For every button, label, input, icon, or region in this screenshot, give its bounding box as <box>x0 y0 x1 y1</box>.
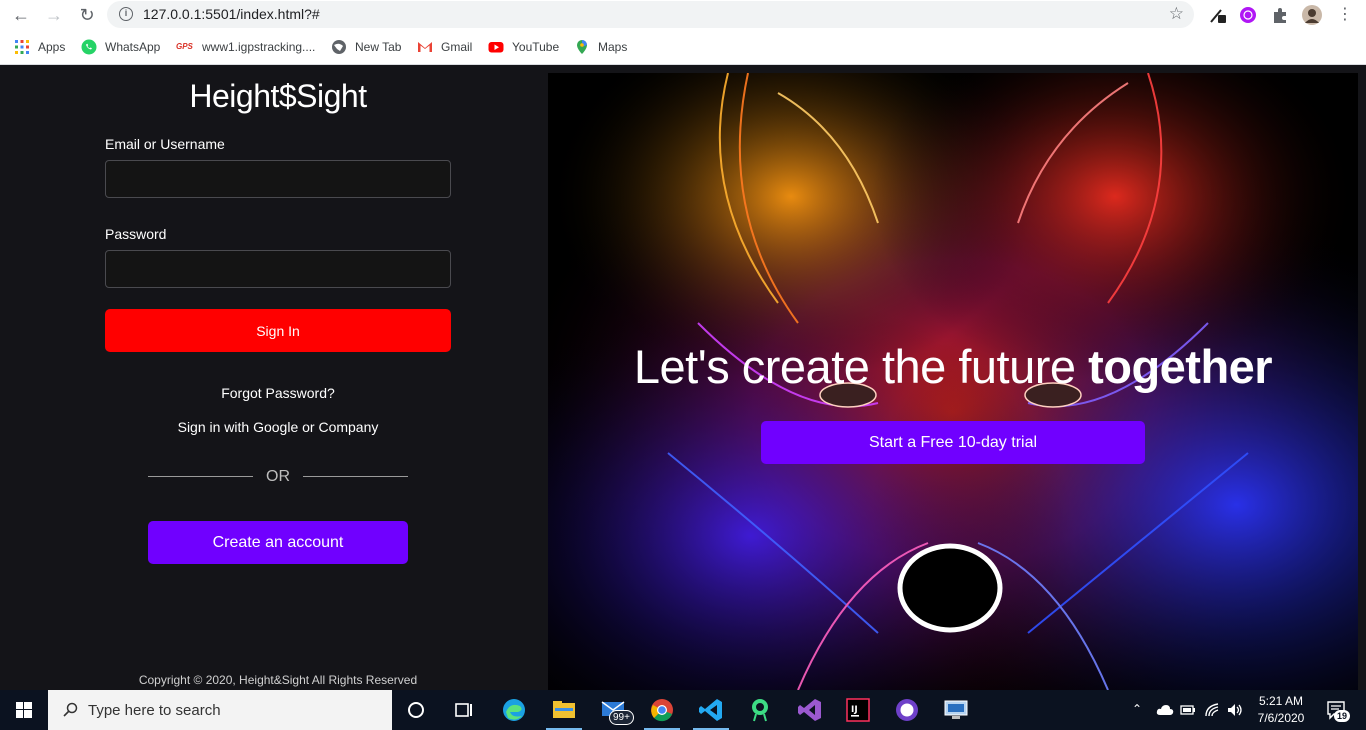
sign-in-button[interactable]: Sign In <box>105 309 451 352</box>
intellij-icon[interactable]: IJ <box>844 696 872 724</box>
bookmark-label: YouTube <box>512 40 560 54</box>
password-field[interactable] <box>105 250 451 288</box>
taskbar-search-box[interactable]: Type here to search <box>48 690 392 730</box>
extension-purple-icon[interactable] <box>1238 5 1258 25</box>
windows-taskbar: Type here to search 99+ IJ ⌃ 5:21 AM 7/6… <box>0 690 1366 730</box>
page-content: Height$Sight Email or Username Password … <box>0 65 1366 690</box>
email-field[interactable] <box>105 160 451 198</box>
notification-count-badge: 19 <box>1334 710 1351 722</box>
sso-signin-link[interactable]: Sign in with Google or Company <box>0 419 556 435</box>
clock-time: 5:21 AM <box>1258 694 1304 708</box>
bookmark-new-tab[interactable]: New Tab <box>331 38 401 56</box>
hero-tagline-light: Let's create the future <box>633 340 1089 393</box>
remote-desktop-icon[interactable] <box>942 696 970 724</box>
cortana-icon[interactable] <box>402 696 430 724</box>
file-explorer-icon[interactable] <box>550 696 578 724</box>
extension-pen-icon[interactable] <box>1208 5 1228 25</box>
bookmark-maps[interactable]: Maps <box>574 38 627 56</box>
wifi-icon[interactable] <box>1204 702 1220 718</box>
browser-toolbar: ← → ↻ i 127.0.0.1:5501/index.html?# ☆ ⋮ <box>0 0 1366 30</box>
forgot-password-link[interactable]: Forgot Password? <box>0 385 556 401</box>
gps-icon: GPS <box>176 42 193 51</box>
reload-icon[interactable]: ↻ <box>76 4 98 26</box>
bookmark-gmail[interactable]: Gmail <box>417 38 472 56</box>
extensions-puzzle-icon[interactable] <box>1270 5 1290 25</box>
svg-text:IJ: IJ <box>851 705 858 715</box>
hero-tagline-bold: together <box>1088 340 1273 393</box>
or-divider-label: OR <box>266 468 290 485</box>
chrome-icon[interactable] <box>648 696 676 724</box>
hero-tagline: Let's create the future together <box>548 339 1358 394</box>
address-bar[interactable]: i 127.0.0.1:5501/index.html?# ☆ <box>107 1 1194 28</box>
battery-icon[interactable] <box>1180 703 1196 717</box>
email-label: Email or Username <box>105 136 225 152</box>
bookmark-label: www1.igpstracking.... <box>202 40 316 54</box>
windows-start-icon[interactable] <box>0 690 48 730</box>
kebab-menu-icon[interactable]: ⋮ <box>1334 4 1356 26</box>
globe-icon <box>332 40 346 54</box>
back-arrow-icon[interactable]: ← <box>10 4 32 26</box>
task-view-icon[interactable] <box>450 696 478 724</box>
taskbar-clock[interactable]: 5:21 AM 7/6/2020 <box>1250 693 1312 727</box>
youtube-icon <box>488 42 504 53</box>
volume-icon[interactable] <box>1226 702 1244 718</box>
divider-right <box>303 476 408 477</box>
create-account-button[interactable]: Create an account <box>148 521 408 564</box>
profile-avatar[interactable] <box>1302 5 1322 25</box>
bookmark-label: Maps <box>598 40 628 54</box>
bookmark-label: Apps <box>38 40 66 54</box>
bookmark-label: WhatsApp <box>105 40 161 54</box>
brand-logo: Height$Sight <box>189 78 367 114</box>
bookmark-label: Gmail <box>441 40 473 54</box>
info-icon[interactable]: i <box>119 7 133 21</box>
clock-date: 7/6/2020 <box>1257 711 1305 725</box>
free-trial-button[interactable]: Start a Free 10-day trial <box>761 421 1145 464</box>
forward-arrow-icon[interactable]: → <box>43 4 65 26</box>
edge-browser-icon[interactable] <box>500 696 528 724</box>
copyright-text: Copyright © 2020, Height&Sight All Right… <box>138 673 418 687</box>
maps-pin-icon <box>577 40 587 54</box>
bookmark-youtube[interactable]: YouTube <box>488 38 559 56</box>
password-label: Password <box>105 226 167 242</box>
bookmark-gps[interactable]: GPS www1.igpstracking.... <box>176 38 315 56</box>
login-panel: Height$Sight Email or Username Password … <box>0 65 548 690</box>
bookmark-star-icon[interactable]: ☆ <box>1169 4 1184 24</box>
mail-badge: 99+ <box>609 710 634 725</box>
taskbar-search-placeholder: Type here to search <box>88 702 221 719</box>
gmail-icon <box>418 42 432 52</box>
chevron-up-icon[interactable]: ⌃ <box>1132 702 1142 716</box>
onedrive-cloud-icon[interactable] <box>1156 703 1174 717</box>
bookmark-whatsapp[interactable]: WhatsApp <box>81 38 160 56</box>
bookmark-label: New Tab <box>355 40 402 54</box>
visual-studio-icon[interactable] <box>796 696 824 724</box>
bookmarks-bar: Apps WhatsApp GPS www1.igpstracking.... … <box>0 30 1366 65</box>
android-studio-icon[interactable] <box>746 696 774 724</box>
apps-grid-icon <box>15 40 29 54</box>
vscode-icon[interactable] <box>697 696 725 724</box>
bookmark-apps[interactable]: Apps <box>14 38 65 56</box>
github-desktop-icon[interactable] <box>893 696 921 724</box>
hero-panel: Let's create the future together Start a… <box>548 73 1358 690</box>
whatsapp-icon <box>81 39 97 55</box>
search-icon <box>63 702 78 717</box>
address-bar-url[interactable]: 127.0.0.1:5501/index.html?# <box>143 6 320 22</box>
